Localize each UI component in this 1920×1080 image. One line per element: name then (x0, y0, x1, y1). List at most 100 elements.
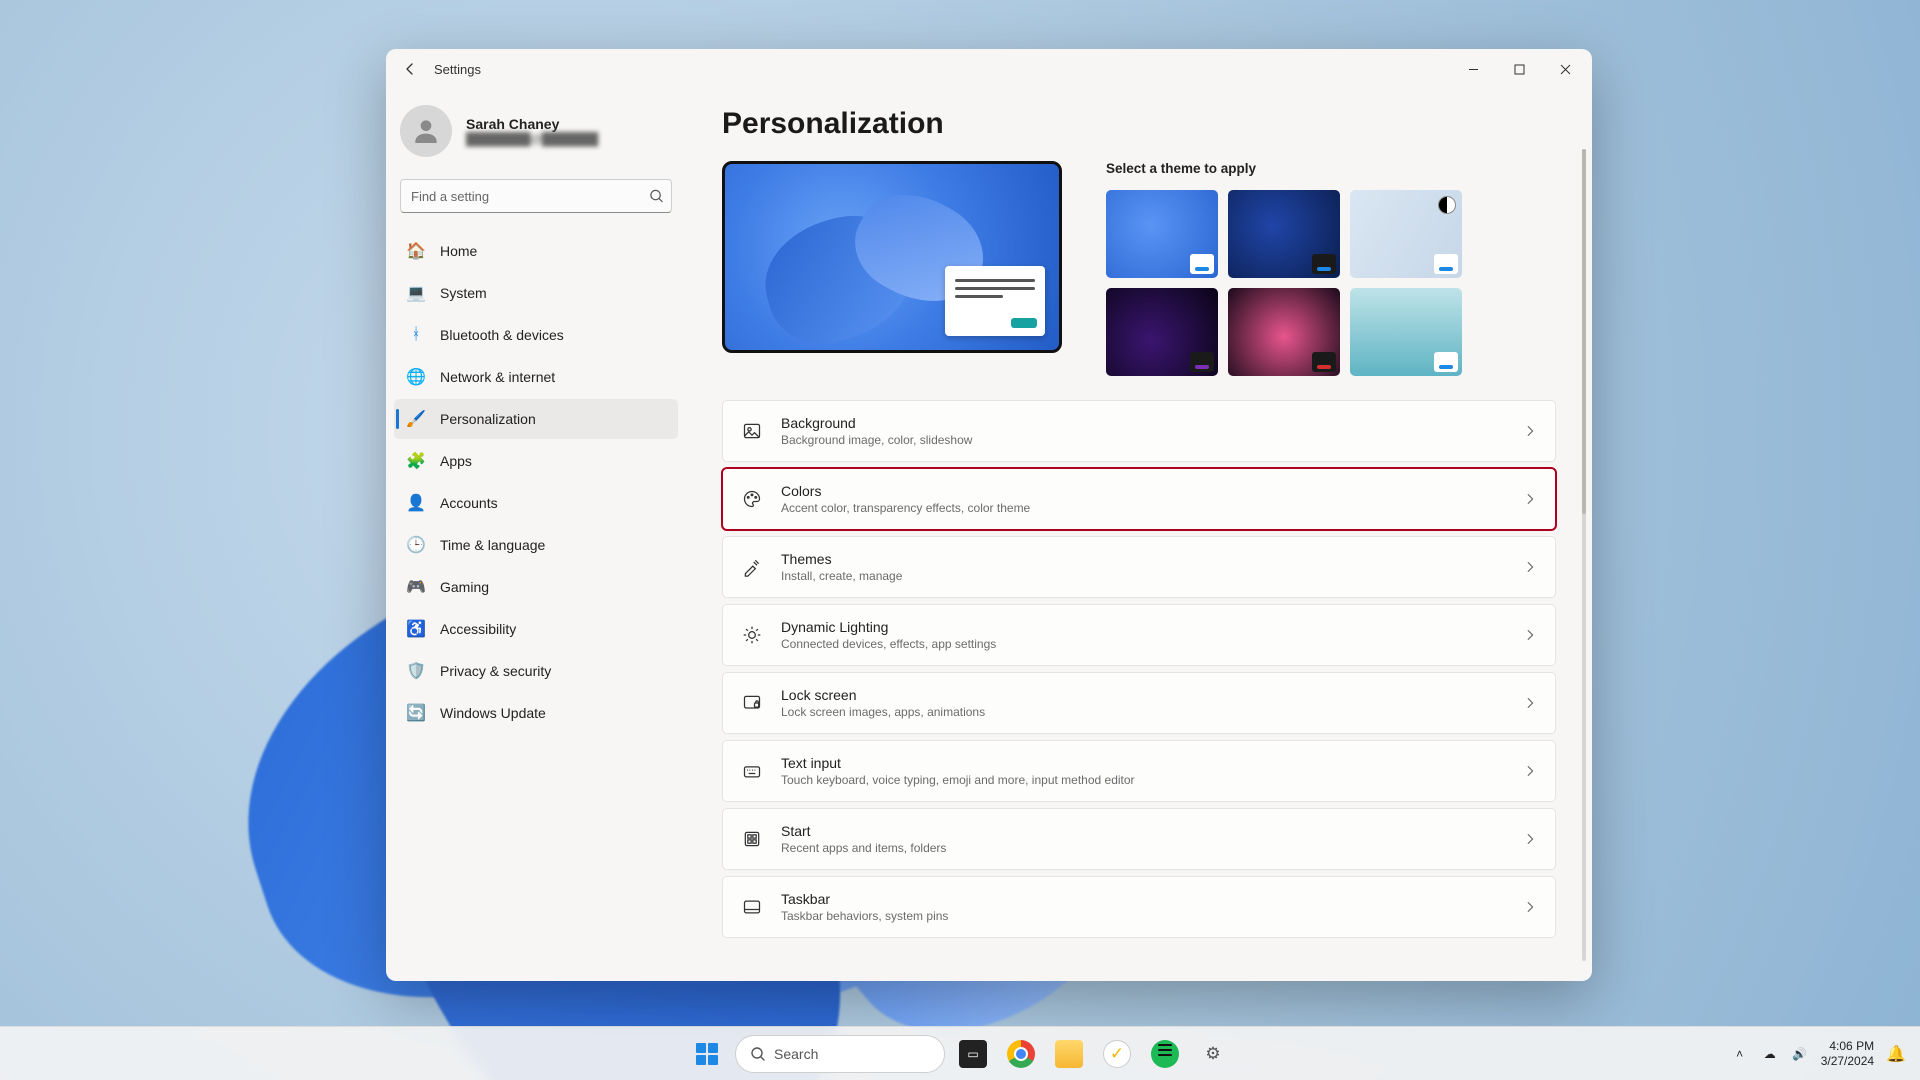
back-button[interactable] (390, 49, 430, 89)
background-icon (741, 420, 763, 442)
notifications-icon[interactable]: 🔔 (1886, 1044, 1906, 1064)
start-button[interactable] (687, 1034, 727, 1074)
avatar (400, 105, 452, 157)
search-input[interactable] (400, 179, 672, 213)
row-title: Themes (781, 551, 1505, 567)
theme-tile-windows-dark[interactable] (1228, 190, 1340, 278)
apps-icon: 🧩 (406, 451, 426, 471)
sidebar-item-label: Accounts (440, 495, 498, 511)
volume-icon[interactable]: 🔊 (1791, 1045, 1809, 1063)
themes-icon (741, 556, 763, 578)
setting-row-dynamic-lighting[interactable]: Dynamic Lighting Connected devices, effec… (722, 604, 1556, 666)
row-title: Text input (781, 755, 1505, 771)
setting-row-text-input[interactable]: Text input Touch keyboard, voice typing, … (722, 740, 1556, 802)
network-icon: 🌐 (406, 367, 426, 387)
sidebar-item-accessibility[interactable]: ♿Accessibility (394, 609, 678, 649)
theme-mode-chip (1312, 352, 1336, 372)
task-view-icon: ▭ (959, 1040, 987, 1068)
tray-chevron-icon[interactable]: ˄ (1731, 1045, 1749, 1063)
chevron-right-icon (1523, 424, 1537, 438)
theme-mode-chip (1434, 254, 1458, 274)
chrome-button[interactable] (1001, 1034, 1041, 1074)
theme-tile-flow[interactable] (1350, 288, 1462, 376)
sidebar-item-privacy[interactable]: 🛡️Privacy & security (394, 651, 678, 691)
sidebar-item-bluetooth[interactable]: ᚼBluetooth & devices (394, 315, 678, 355)
gaming-icon: 🎮 (406, 577, 426, 597)
theme-tile-captured-motion[interactable] (1228, 288, 1340, 376)
setting-row-colors[interactable]: ColorsAccent color, transparency effects… (722, 468, 1556, 530)
onedrive-icon[interactable]: ☁ (1761, 1045, 1779, 1063)
row-subtitle: Touch keyboard, voice typing, emoji and … (781, 773, 1505, 787)
app-title: Settings (434, 62, 481, 77)
row-subtitle: Lock screen images, apps, animations (781, 705, 1505, 719)
sidebar-item-gaming[interactable]: 🎮Gaming (394, 567, 678, 607)
sidebar-item-apps[interactable]: 🧩 Apps (394, 441, 678, 481)
spotify-icon (1151, 1040, 1179, 1068)
user-name: Sarah Chaney (466, 116, 598, 132)
search-wrap (400, 179, 672, 213)
theme-tile-sunrise[interactable] (1350, 190, 1462, 278)
setting-row-lock-screen[interactable]: Lock screen Lock screen images, apps, ani… (722, 672, 1556, 734)
search-icon (649, 189, 664, 204)
chevron-right-icon (1523, 628, 1537, 642)
row-subtitle: Connected devices, effects, app settings (781, 637, 1505, 651)
theme-mode-chip (1190, 352, 1214, 372)
clock-time: 4:06 PM (1821, 1039, 1874, 1054)
preview-sample-window (945, 266, 1045, 336)
row-title: Lock screen (781, 687, 1505, 703)
home-icon: 🏠 (406, 241, 426, 261)
spotify-button[interactable] (1145, 1034, 1185, 1074)
chevron-right-icon (1523, 832, 1537, 846)
sidebar-item-personalization[interactable]: 🖌️Personalization (394, 399, 678, 439)
privacy-icon: 🛡️ (406, 661, 426, 681)
setting-row-start[interactable]: StartRecent apps and items, folders (722, 808, 1556, 870)
personalization-icon: 🖌️ (406, 409, 426, 429)
sidebar-item-label: Bluetooth & devices (440, 327, 564, 343)
theme-tile-glow[interactable] (1106, 288, 1218, 376)
taskbar-icon (741, 896, 763, 918)
sidebar-item-update[interactable]: 🔄Windows Update (394, 693, 678, 733)
gear-icon: ⚙ (1199, 1040, 1227, 1068)
sidebar-item-system[interactable]: 💻System (394, 273, 678, 313)
user-account-row[interactable]: Sarah Chaney ████████@███████ (394, 99, 678, 171)
task-view-button[interactable]: ▭ (953, 1034, 993, 1074)
theme-mode-chip (1190, 254, 1214, 274)
settings-window: Settings Sarah Chaney ████████@███████ (386, 49, 1592, 981)
taskbar-search[interactable]: Search (735, 1035, 945, 1073)
dynamic-lighting-icon (741, 624, 763, 646)
start-icon (741, 828, 763, 850)
user-email: ████████@███████ (466, 132, 598, 146)
page-title: Personalization (722, 107, 1556, 141)
sidebar-item-home[interactable]: 🏠Home (394, 231, 678, 271)
close-button[interactable] (1542, 49, 1588, 89)
sidebar-item-label: Accessibility (440, 621, 516, 637)
sidebar-item-label: Windows Update (440, 705, 546, 721)
sidebar-item-network[interactable]: 🌐Network & internet (394, 357, 678, 397)
sidebar-item-label: System (440, 285, 487, 301)
titlebar: Settings (386, 49, 1592, 89)
nav-list: 🏠Home💻SystemᚼBluetooth & devices🌐Network… (394, 231, 678, 733)
sidebar-item-label: Apps (440, 453, 472, 469)
file-explorer-button[interactable] (1049, 1034, 1089, 1074)
minimize-button[interactable] (1450, 49, 1496, 89)
chevron-right-icon (1523, 560, 1537, 574)
theme-mode-chip (1434, 352, 1458, 372)
setting-row-background[interactable]: BackgroundBackground image, color, slide… (722, 400, 1556, 462)
settings-rows: BackgroundBackground image, color, slide… (722, 400, 1556, 938)
maximize-button[interactable] (1496, 49, 1542, 89)
sidebar-item-accounts[interactable]: 👤Accounts (394, 483, 678, 523)
chevron-right-icon (1523, 696, 1537, 710)
setting-row-taskbar[interactable]: TaskbarTaskbar behaviors, system pins (722, 876, 1556, 938)
scrollbar[interactable] (1582, 149, 1586, 961)
row-subtitle: Accent color, transparency effects, colo… (781, 501, 1505, 515)
row-title: Dynamic Lighting (781, 619, 1505, 635)
theme-tile-windows-light[interactable] (1106, 190, 1218, 278)
settings-taskbar-button[interactable]: ⚙ (1193, 1034, 1233, 1074)
norton-button[interactable]: ✓ (1097, 1034, 1137, 1074)
sidebar-item-time[interactable]: 🕒Time & language (394, 525, 678, 565)
folder-icon (1055, 1040, 1083, 1068)
setting-row-themes[interactable]: ThemesInstall, create, manage (722, 536, 1556, 598)
theme-grid (1106, 190, 1556, 376)
clock[interactable]: 4:06 PM 3/27/2024 (1821, 1039, 1874, 1069)
row-subtitle: Taskbar behaviors, system pins (781, 909, 1505, 923)
